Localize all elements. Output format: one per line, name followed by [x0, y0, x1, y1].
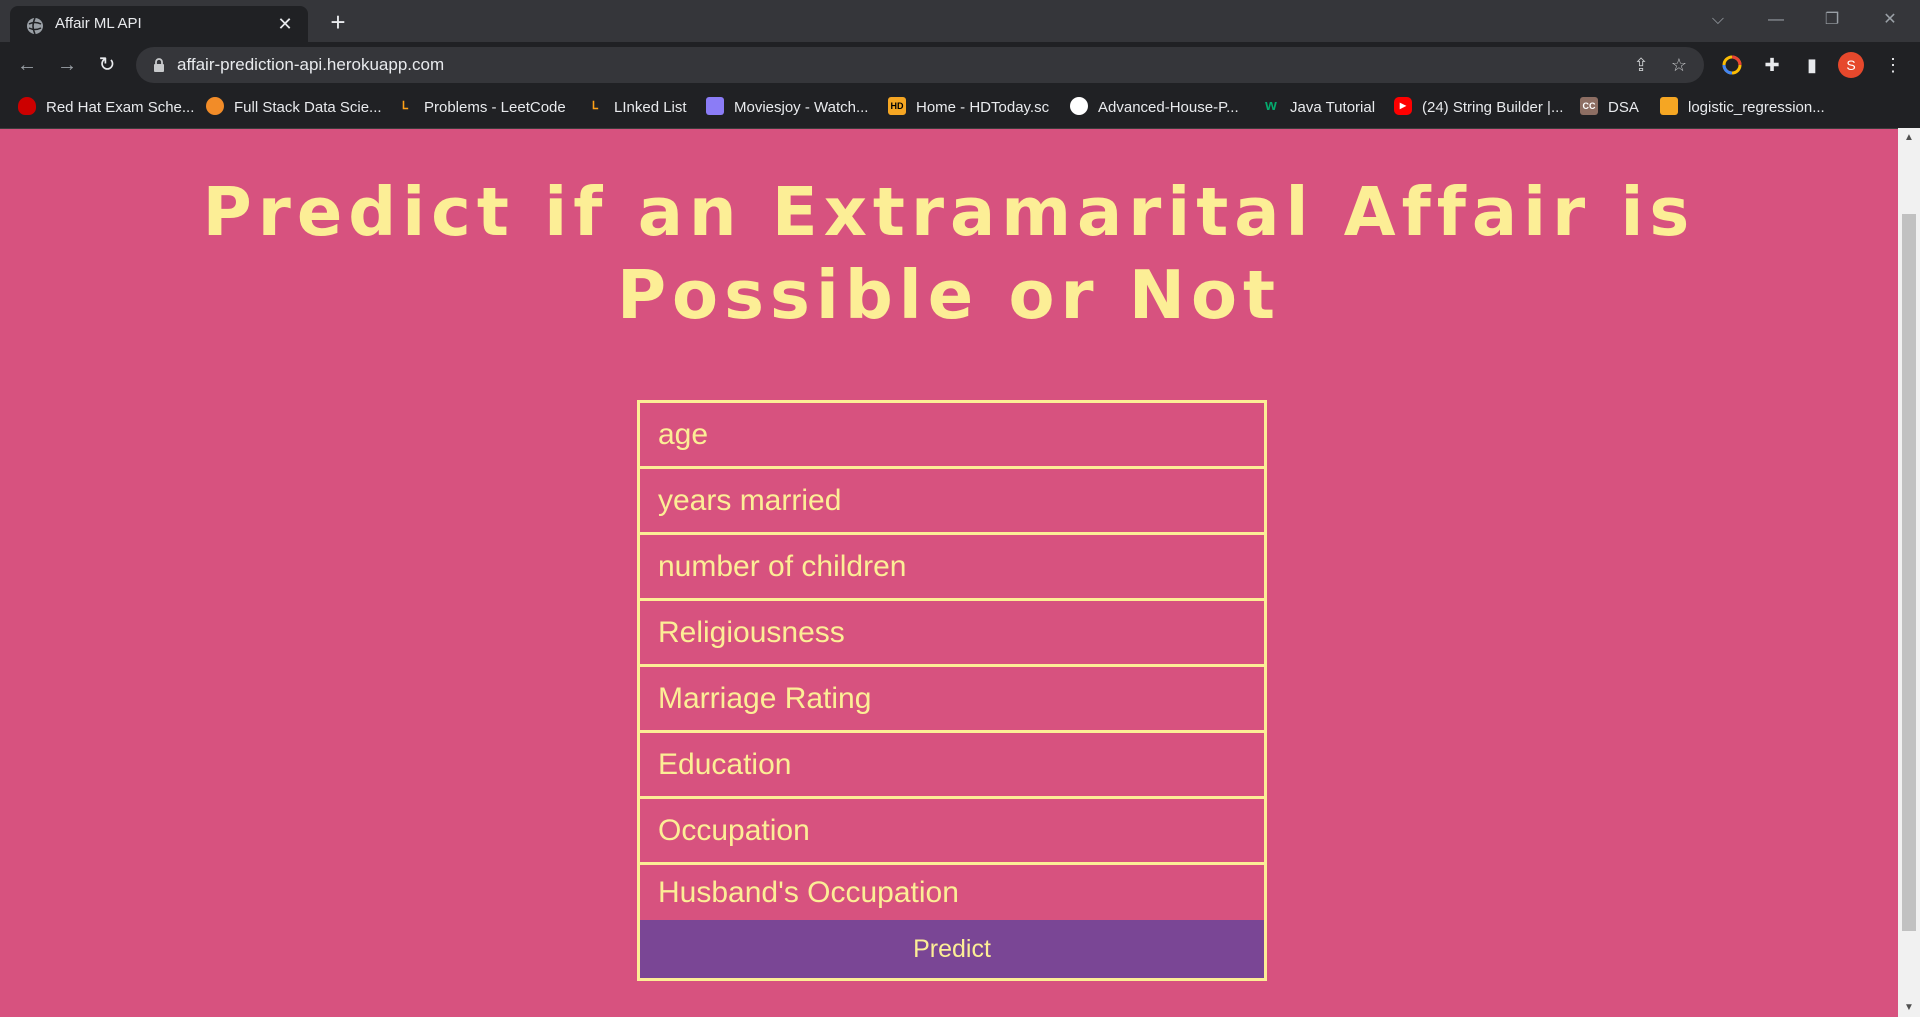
lock-icon	[152, 58, 166, 72]
scroll-down-arrow-icon[interactable]: ▼	[1898, 1000, 1920, 1016]
forward-arrow-icon[interactable]: →	[52, 50, 82, 80]
page-scrollbar-thumb[interactable]	[1902, 214, 1916, 931]
bookmark-label: Full Stack Data Scie...	[234, 99, 382, 116]
bookmark-label: Home - HDToday.sc	[916, 99, 1050, 116]
puzzle-extensions-icon[interactable]: ✚	[1757, 50, 1787, 80]
bookmark-label: (24) String Builder |...	[1422, 99, 1564, 116]
prediction-form: Predict	[637, 400, 1267, 981]
side-panel-icon[interactable]: ▮	[1797, 50, 1827, 80]
bookmark-item[interactable]: ᒪ LInked List	[586, 96, 687, 120]
leetcode-icon: ᒪ	[591, 100, 599, 113]
age-input[interactable]	[640, 403, 1264, 469]
share-icon[interactable]: ⇪	[1628, 52, 1654, 78]
predict-button[interactable]: Predict	[640, 920, 1264, 978]
redhat-icon	[18, 97, 36, 116]
address-bar[interactable]: affair-prediction-api.herokuapp.com ⇪ ☆	[136, 47, 1704, 83]
bookmark-label: logistic_regression...	[1688, 99, 1825, 116]
years-married-input[interactable]	[640, 469, 1264, 535]
close-window-icon[interactable]: ✕	[1866, 0, 1914, 42]
menu-dots-icon[interactable]: ⋮	[1878, 50, 1908, 80]
bookmark-label: Moviesjoy - Watch...	[734, 99, 869, 116]
bookmark-item[interactable]: Moviesjoy - Watch...	[706, 96, 868, 120]
w3schools-icon: w	[1265, 97, 1277, 115]
bookmark-item[interactable]: CC DSA	[1580, 96, 1639, 120]
bookmark-label: Java Tutorial	[1290, 99, 1376, 116]
extension-chrome-icon[interactable]	[1717, 50, 1747, 80]
back-arrow-icon[interactable]: ←	[12, 50, 42, 80]
number-of-children-input[interactable]	[640, 535, 1264, 601]
bookmark-label: Problems - LeetCode	[424, 99, 566, 116]
husbands-occupation-input[interactable]	[640, 865, 1264, 920]
scroll-up-arrow-icon[interactable]: ▲	[1898, 130, 1920, 146]
restore-icon[interactable]: ❐	[1808, 0, 1856, 42]
camera-icon	[706, 97, 724, 116]
bookmark-item[interactable]: logistic_regression...	[1660, 96, 1825, 120]
profile-avatar[interactable]: S	[1838, 52, 1864, 78]
tab-affair-ml-api[interactable]: Affair ML API ✕	[10, 6, 308, 42]
browser-toolbar: ← → ↻ affair-prediction-api.herokuapp.co…	[0, 42, 1920, 88]
bookmarks-bar: Red Hat Exam Sche... Full Stack Data Sci…	[0, 88, 1920, 129]
new-tab-button[interactable]: +	[324, 8, 352, 36]
minimize-icon[interactable]: —	[1752, 0, 1800, 42]
close-tab-icon[interactable]: ✕	[272, 11, 298, 37]
tab-search-icon[interactable]: ⌵	[1694, 0, 1742, 42]
orange-circle-icon	[206, 97, 224, 116]
bookmark-item[interactable]: w Java Tutorial	[1262, 96, 1375, 120]
reload-icon[interactable]: ↻	[92, 50, 122, 80]
tab-strip: Affair ML API ✕ + ⌵ — ❐ ✕	[0, 0, 1920, 42]
cc-icon: CC	[1580, 97, 1598, 116]
page-title: Predict if an Extramarital Affair is Pos…	[202, 173, 1696, 334]
tab-title: Affair ML API	[55, 15, 142, 32]
github-icon	[1070, 97, 1088, 116]
bookmark-item[interactable]: Advanced-House-P...	[1070, 96, 1239, 120]
bookmark-label: DSA	[1608, 99, 1639, 116]
bookmark-item[interactable]: Full Stack Data Scie...	[206, 96, 382, 120]
occupation-input[interactable]	[640, 799, 1264, 865]
page-content: Predict if an Extramarital Affair is Pos…	[0, 129, 1898, 1017]
star-bookmark-icon[interactable]: ☆	[1666, 52, 1692, 78]
book-icon	[1660, 97, 1678, 116]
url-text[interactable]: affair-prediction-api.herokuapp.com	[177, 55, 444, 75]
bookmark-label: LInked List	[614, 99, 687, 116]
bookmark-item[interactable]: ᒪ Problems - LeetCode	[396, 96, 566, 120]
bookmark-item[interactable]: ▶ (24) String Builder |...	[1394, 96, 1563, 120]
education-input[interactable]	[640, 733, 1264, 799]
bookmark-label: Advanced-House-P...	[1098, 99, 1239, 116]
bookmark-item[interactable]: Red Hat Exam Sche...	[18, 96, 194, 120]
bookmark-label: Red Hat Exam Sche...	[46, 99, 195, 116]
marriage-rating-input[interactable]	[640, 667, 1264, 733]
hd-icon: HD	[888, 97, 906, 116]
religiousness-input[interactable]	[640, 601, 1264, 667]
youtube-icon: ▶	[1394, 97, 1412, 116]
globe-icon	[26, 17, 44, 35]
leetcode-icon: ᒪ	[401, 100, 409, 113]
bookmark-item[interactable]: HD Home - HDToday.sc	[888, 96, 1049, 120]
